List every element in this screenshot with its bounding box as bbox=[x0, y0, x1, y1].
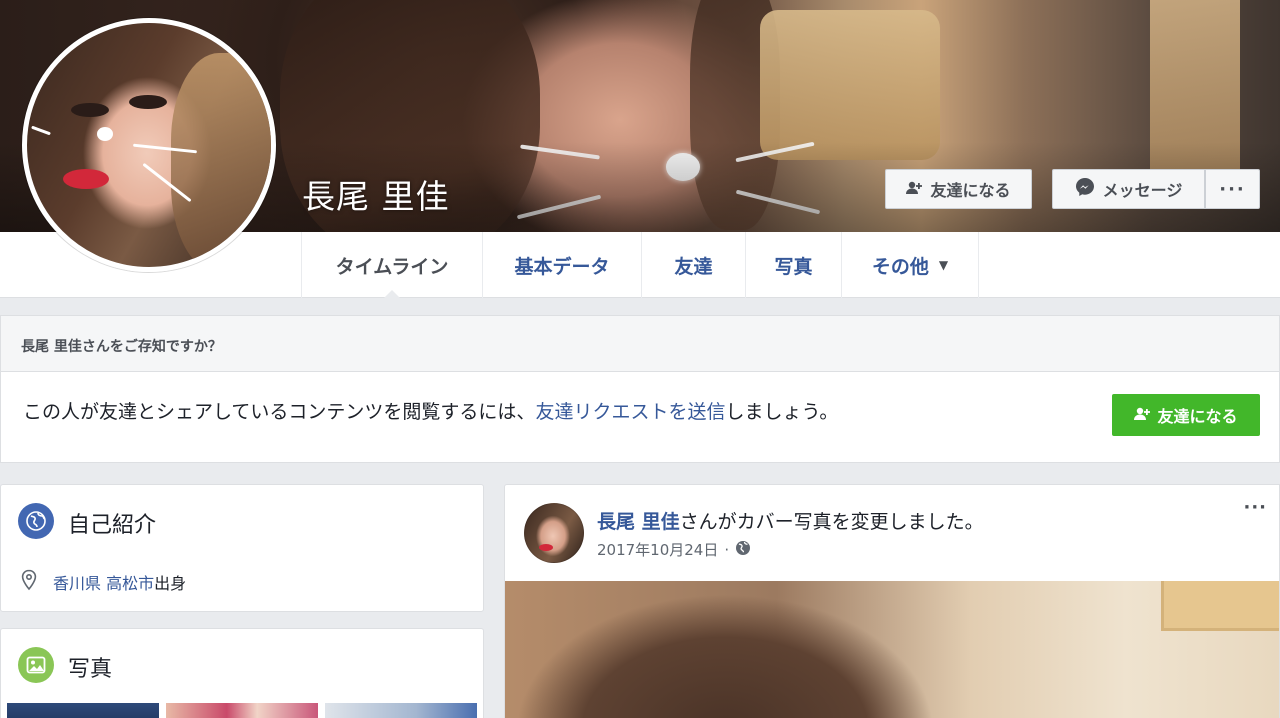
message-label: メッセージ bbox=[1102, 181, 1183, 200]
tab-label: タイムライン bbox=[335, 255, 449, 278]
photo-thumbnail[interactable] bbox=[7, 703, 159, 718]
post-options-button[interactable]: ··· bbox=[1243, 497, 1267, 518]
post-meta: 2017年10月24日 · bbox=[597, 539, 751, 560]
tab-about[interactable]: 基本データ bbox=[482, 232, 641, 298]
photo-icon bbox=[18, 647, 54, 683]
chevron-down-icon: ▼ bbox=[938, 258, 949, 272]
tab-label: 基本データ bbox=[514, 255, 610, 278]
globe-icon bbox=[18, 503, 54, 539]
tab-label: 写真 bbox=[774, 255, 813, 278]
messenger-icon bbox=[1075, 177, 1095, 201]
message-button[interactable]: メッセージ bbox=[1052, 169, 1205, 209]
public-globe-icon[interactable] bbox=[735, 540, 751, 560]
more-options-button[interactable]: ··· bbox=[1205, 169, 1260, 209]
timeline-post: 長尾 里佳さんがカバー写真を変更しました。 2017年10月24日 · ··· bbox=[504, 484, 1280, 718]
tab-more[interactable]: その他 ▼ bbox=[841, 232, 979, 298]
intro-title: 自己紹介 bbox=[68, 513, 157, 538]
avatar-detail bbox=[63, 169, 109, 189]
avatar-detail bbox=[539, 544, 553, 551]
prompt-text: この人が友達とシェアしているコンテンツを閲覧するには、 bbox=[23, 401, 536, 423]
intro-card: 自己紹介 香川県 高松市出身 bbox=[0, 484, 484, 612]
prompt-text: しましょう。 bbox=[725, 401, 839, 423]
hometown-suffix: 出身 bbox=[154, 574, 187, 593]
hometown-link[interactable]: 香川県 高松市 bbox=[53, 574, 154, 593]
meta-separator: · bbox=[724, 540, 730, 559]
cover-photo-detail bbox=[760, 10, 940, 160]
photo-thumbnail[interactable] bbox=[166, 703, 318, 718]
post-cover-photo[interactable] bbox=[505, 581, 1279, 718]
tab-photos[interactable]: 写真 bbox=[745, 232, 841, 298]
photos-card: 写真 bbox=[0, 628, 484, 718]
tab-friends[interactable]: 友達 bbox=[641, 232, 745, 298]
add-friend-label: 友達になる bbox=[1157, 407, 1238, 426]
profile-tabs: タイムライン 基本データ 友達 写真 その他 ▼ bbox=[301, 232, 979, 299]
post-header: 長尾 里佳さんがカバー写真を変更しました。 bbox=[597, 507, 984, 534]
avatar-detail bbox=[171, 53, 271, 267]
tab-label: その他 bbox=[871, 255, 929, 278]
do-you-know-body: この人が友達とシェアしているコンテンツを閲覧するには、友達リクエストを送信しまし… bbox=[1, 372, 1279, 463]
add-friend-button[interactable]: 友達になる bbox=[885, 169, 1032, 209]
profile-avatar[interactable] bbox=[22, 18, 276, 272]
location-pin-icon bbox=[19, 569, 39, 595]
post-author-avatar[interactable] bbox=[524, 503, 584, 563]
post-author-link[interactable]: 長尾 里佳 bbox=[597, 511, 680, 533]
hometown-row: 香川県 高松市出身 bbox=[19, 569, 186, 595]
friend-request-prompt: この人が友達とシェアしているコンテンツを閲覧するには、友達リクエストを送信しまし… bbox=[23, 397, 838, 424]
hometown-text: 香川県 高松市出身 bbox=[53, 570, 186, 594]
post-date[interactable]: 2017年10月24日 bbox=[597, 539, 718, 560]
send-friend-request-link[interactable]: 友達リクエストを送信 bbox=[535, 401, 725, 423]
do-you-know-box: 長尾 里佳さんをご存知ですか？ この人が友達とシェアしているコンテンツを閲覧する… bbox=[0, 315, 1280, 463]
profile-name[interactable]: 長尾 里佳 bbox=[302, 170, 450, 218]
photo-thumbnail[interactable] bbox=[325, 703, 477, 718]
tab-label: 友達 bbox=[674, 255, 713, 278]
post-action-text: さんがカバー写真を変更しました。 bbox=[679, 511, 984, 533]
cat-filter-nose bbox=[97, 127, 113, 141]
tab-timeline[interactable]: タイムライン bbox=[301, 232, 482, 299]
do-you-know-heading: 長尾 里佳さんをご存知ですか？ bbox=[1, 316, 1279, 372]
photos-title: 写真 bbox=[68, 657, 113, 682]
add-friend-label: 友達になる bbox=[930, 181, 1011, 200]
add-friend-icon bbox=[906, 180, 923, 199]
photo-detail bbox=[1161, 581, 1279, 631]
avatar-detail bbox=[129, 95, 167, 109]
add-friend-icon bbox=[1134, 406, 1151, 425]
cat-filter-whisker bbox=[31, 125, 51, 136]
add-friend-green-button[interactable]: 友達になる bbox=[1112, 394, 1260, 436]
avatar-detail bbox=[71, 103, 109, 117]
